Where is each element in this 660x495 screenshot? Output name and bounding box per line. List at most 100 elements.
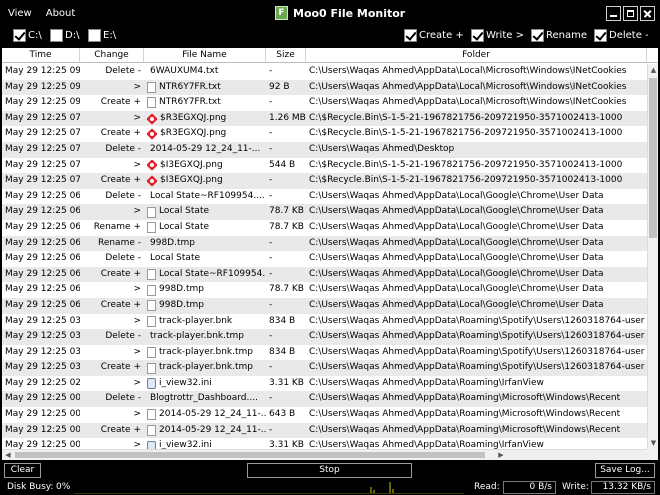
- cell-change: >: [133, 112, 141, 123]
- table-row[interactable]: May 29 12:25 07 Create + $I3EGXQJ.png - C:\$…: [2, 173, 647, 189]
- scroll-right-icon[interactable]: ▶: [496, 450, 506, 460]
- table-row[interactable]: May 29 12:25 00 Delete - Blogtrottr_Dashbo…: [2, 391, 647, 408]
- cell-folder: C:\Users\Waqas Ahmed\AppData\Local\Micro…: [309, 81, 627, 92]
- checkbox-icon[interactable]: [594, 29, 607, 42]
- cell-file-name: $I3EGXQJ.png: [144, 158, 266, 174]
- close-icon[interactable]: [640, 6, 655, 21]
- cell-file-name: Blogtrottr_Dashboard....: [144, 391, 266, 407]
- cell-size: -: [269, 253, 273, 264]
- table-row[interactable]: May 29 12:25 06 Create + Local State~RF109…: [2, 266, 647, 283]
- save-log-button[interactable]: Save Log...: [595, 463, 655, 478]
- scroll-down-icon[interactable]: ▼: [649, 438, 658, 448]
- scrollbar-thumb[interactable]: [649, 78, 657, 238]
- scroll-left-icon[interactable]: ◀: [3, 450, 13, 460]
- disk-busy-value: 0%: [56, 482, 71, 492]
- file-icon: [147, 300, 156, 312]
- filter-create-checkbox[interactable]: Create +: [404, 29, 464, 42]
- checkbox-icon[interactable]: [88, 29, 101, 42]
- cell-change: Create +: [100, 424, 141, 435]
- table-row[interactable]: May 29 12:25 02 > i_view32.ini 3.31 KB C:\Us…: [2, 376, 647, 392]
- table-row[interactable]: May 29 12:25 09 Create + NTR6Y7FR.txt - C:\U…: [2, 95, 647, 111]
- scroll-up-icon[interactable]: ▲: [649, 65, 658, 75]
- cell-folder: C:\Users\Waqas Ahmed\AppData\Local\Micro…: [309, 97, 627, 108]
- cell-time: May 29 12:25 06: [5, 299, 80, 310]
- table-row[interactable]: May 29 12:25 09 Delete - 6WAUXUM4.txt - C:\U…: [2, 64, 647, 80]
- table-row[interactable]: May 29 12:25 06 > Local State 78.7 KB C:\Use…: [2, 204, 647, 220]
- drive-e-checkbox[interactable]: E:\: [88, 29, 116, 42]
- cell-size: 78.7 KB: [269, 284, 304, 295]
- cell-change: Delete -: [105, 253, 141, 264]
- cell-file-name: track-player.bnk.tmp: [144, 329, 266, 345]
- table-row[interactable]: May 29 12:25 09 > NTR6Y7FR.txt 92 B C:\Users…: [2, 79, 647, 96]
- table-row[interactable]: May 29 12:25 06 Rename - 998D.tmp - C:\Users…: [2, 235, 647, 252]
- table-row[interactable]: May 29 12:25 07 Create + $R3EGXQJ.png - C:\$…: [2, 126, 647, 142]
- horizontal-scrollbar[interactable]: ◀ ▶: [2, 449, 647, 460]
- file-name-text: 2014-05-29 12_24_11-...: [159, 409, 266, 420]
- drive-d-checkbox[interactable]: D:\: [50, 29, 79, 42]
- table-row[interactable]: May 29 12:25 06 >998D.tmp 78.7 KB C:\Users\…: [2, 282, 647, 298]
- checkbox-icon[interactable]: [13, 29, 26, 42]
- menu-about[interactable]: About: [46, 8, 76, 19]
- cell-change: Delete -: [105, 393, 141, 404]
- table-row[interactable]: May 29 12:25 06 Delete - Local State~RF109…: [2, 189, 647, 205]
- filter-write-checkbox[interactable]: Write >: [471, 29, 524, 42]
- table-row[interactable]: May 29 12:25 00 > i_view32.ini 3.31 KB C:\Us…: [2, 438, 647, 449]
- image-file-icon: [147, 176, 157, 186]
- column-header-change[interactable]: Change: [80, 48, 144, 62]
- file-icon: [147, 284, 156, 296]
- file-name-text: 998D.tmp: [159, 284, 204, 295]
- cell-folder: C:\$Recycle.Bin\S-1-5-21-1967821756-2097…: [309, 128, 623, 139]
- table-row[interactable]: May 29 12:25 00 Create + 2014-05-29 12_24_…: [2, 422, 647, 439]
- column-header-size[interactable]: Size: [266, 48, 306, 62]
- table-row[interactable]: May 29 12:25 06 Delete - Local State - C:\Us…: [2, 251, 647, 267]
- cell-time: May 29 12:25 06: [5, 253, 80, 264]
- table-row[interactable]: May 29 12:25 07 > $I3EGXQJ.png 544 B C:\$Rec…: [2, 158, 647, 174]
- cell-change: >: [133, 440, 141, 449]
- table-row[interactable]: May 29 12:25 07 > $R3EGXQJ.png 1.26 MB C:\$R…: [2, 110, 647, 127]
- maximize-icon[interactable]: [623, 6, 638, 21]
- image-file-icon: [147, 114, 157, 124]
- table-row[interactable]: May 29 12:25 00 >2014-05-29 12_24_11-... 6…: [2, 407, 647, 423]
- checkbox-icon[interactable]: [471, 29, 484, 42]
- filter-rename-checkbox[interactable]: Rename: [531, 29, 587, 42]
- table-row[interactable]: May 29 12:25 03 Create + track-player.bnk.…: [2, 360, 647, 376]
- table-row[interactable]: May 29 12:25 06 Rename + Local State 78.7 K…: [2, 220, 647, 236]
- cell-size: -: [269, 299, 273, 310]
- cell-change: >: [133, 377, 141, 388]
- menu-view[interactable]: View: [8, 8, 32, 19]
- column-header-file-name[interactable]: File Name: [144, 48, 266, 62]
- cell-time: May 29 12:25 03: [5, 346, 80, 357]
- cell-time: May 29 12:25 02: [5, 377, 80, 388]
- filter-delete-checkbox[interactable]: Delete -: [594, 29, 649, 42]
- file-name-text: NTR6Y7FR.txt: [159, 81, 221, 92]
- table-row[interactable]: May 29 12:25 07 Delete - 2014-05-29 12_24_…: [2, 141, 647, 158]
- cell-file-name: i_view32.ini: [144, 438, 266, 449]
- checkbox-icon[interactable]: [404, 29, 417, 42]
- file-icon: [147, 97, 156, 109]
- window-title-text: Moo0 File Monitor: [293, 6, 406, 20]
- disk-busy-label: Disk Busy:: [7, 482, 54, 492]
- settings-file-icon: [147, 378, 156, 390]
- cell-file-name: track-player.bnk.tmp: [144, 345, 266, 361]
- minimize-icon[interactable]: [606, 6, 621, 21]
- table-row[interactable]: May 29 12:25 03 Delete - track-player.bnk.…: [2, 329, 647, 345]
- table-row[interactable]: May 29 12:25 03 > track-player.bnk 834 B C:\…: [2, 314, 647, 330]
- cell-time: May 29 12:25 03: [5, 331, 80, 342]
- cell-file-name: Local State~RF109954....: [144, 189, 266, 205]
- checkbox-icon[interactable]: [50, 29, 63, 42]
- column-header-folder[interactable]: Folder: [306, 48, 647, 62]
- file-name-text: 2014-05-29 12_24_11-...: [159, 424, 266, 435]
- checkbox-icon[interactable]: [531, 29, 544, 42]
- table-row[interactable]: May 29 12:25 06 Create + 998D.tmp - C:\Users…: [2, 297, 647, 314]
- stop-button[interactable]: Stop: [247, 463, 412, 478]
- cell-change: >: [133, 409, 141, 420]
- cell-size: 3.31 KB: [269, 377, 304, 388]
- drive-c-checkbox[interactable]: C:\: [13, 29, 42, 42]
- scrollbar-thumb[interactable]: [15, 452, 485, 458]
- cell-size: -: [269, 190, 273, 201]
- vertical-scrollbar[interactable]: ▲ ▼: [647, 64, 658, 449]
- table-row[interactable]: May 29 12:25 03 > track-player.bnk.tmp 834 …: [2, 345, 647, 361]
- cell-file-name: 998D.tmp: [144, 298, 266, 314]
- column-header-time[interactable]: Time: [2, 48, 80, 62]
- clear-button[interactable]: Clear: [4, 463, 41, 478]
